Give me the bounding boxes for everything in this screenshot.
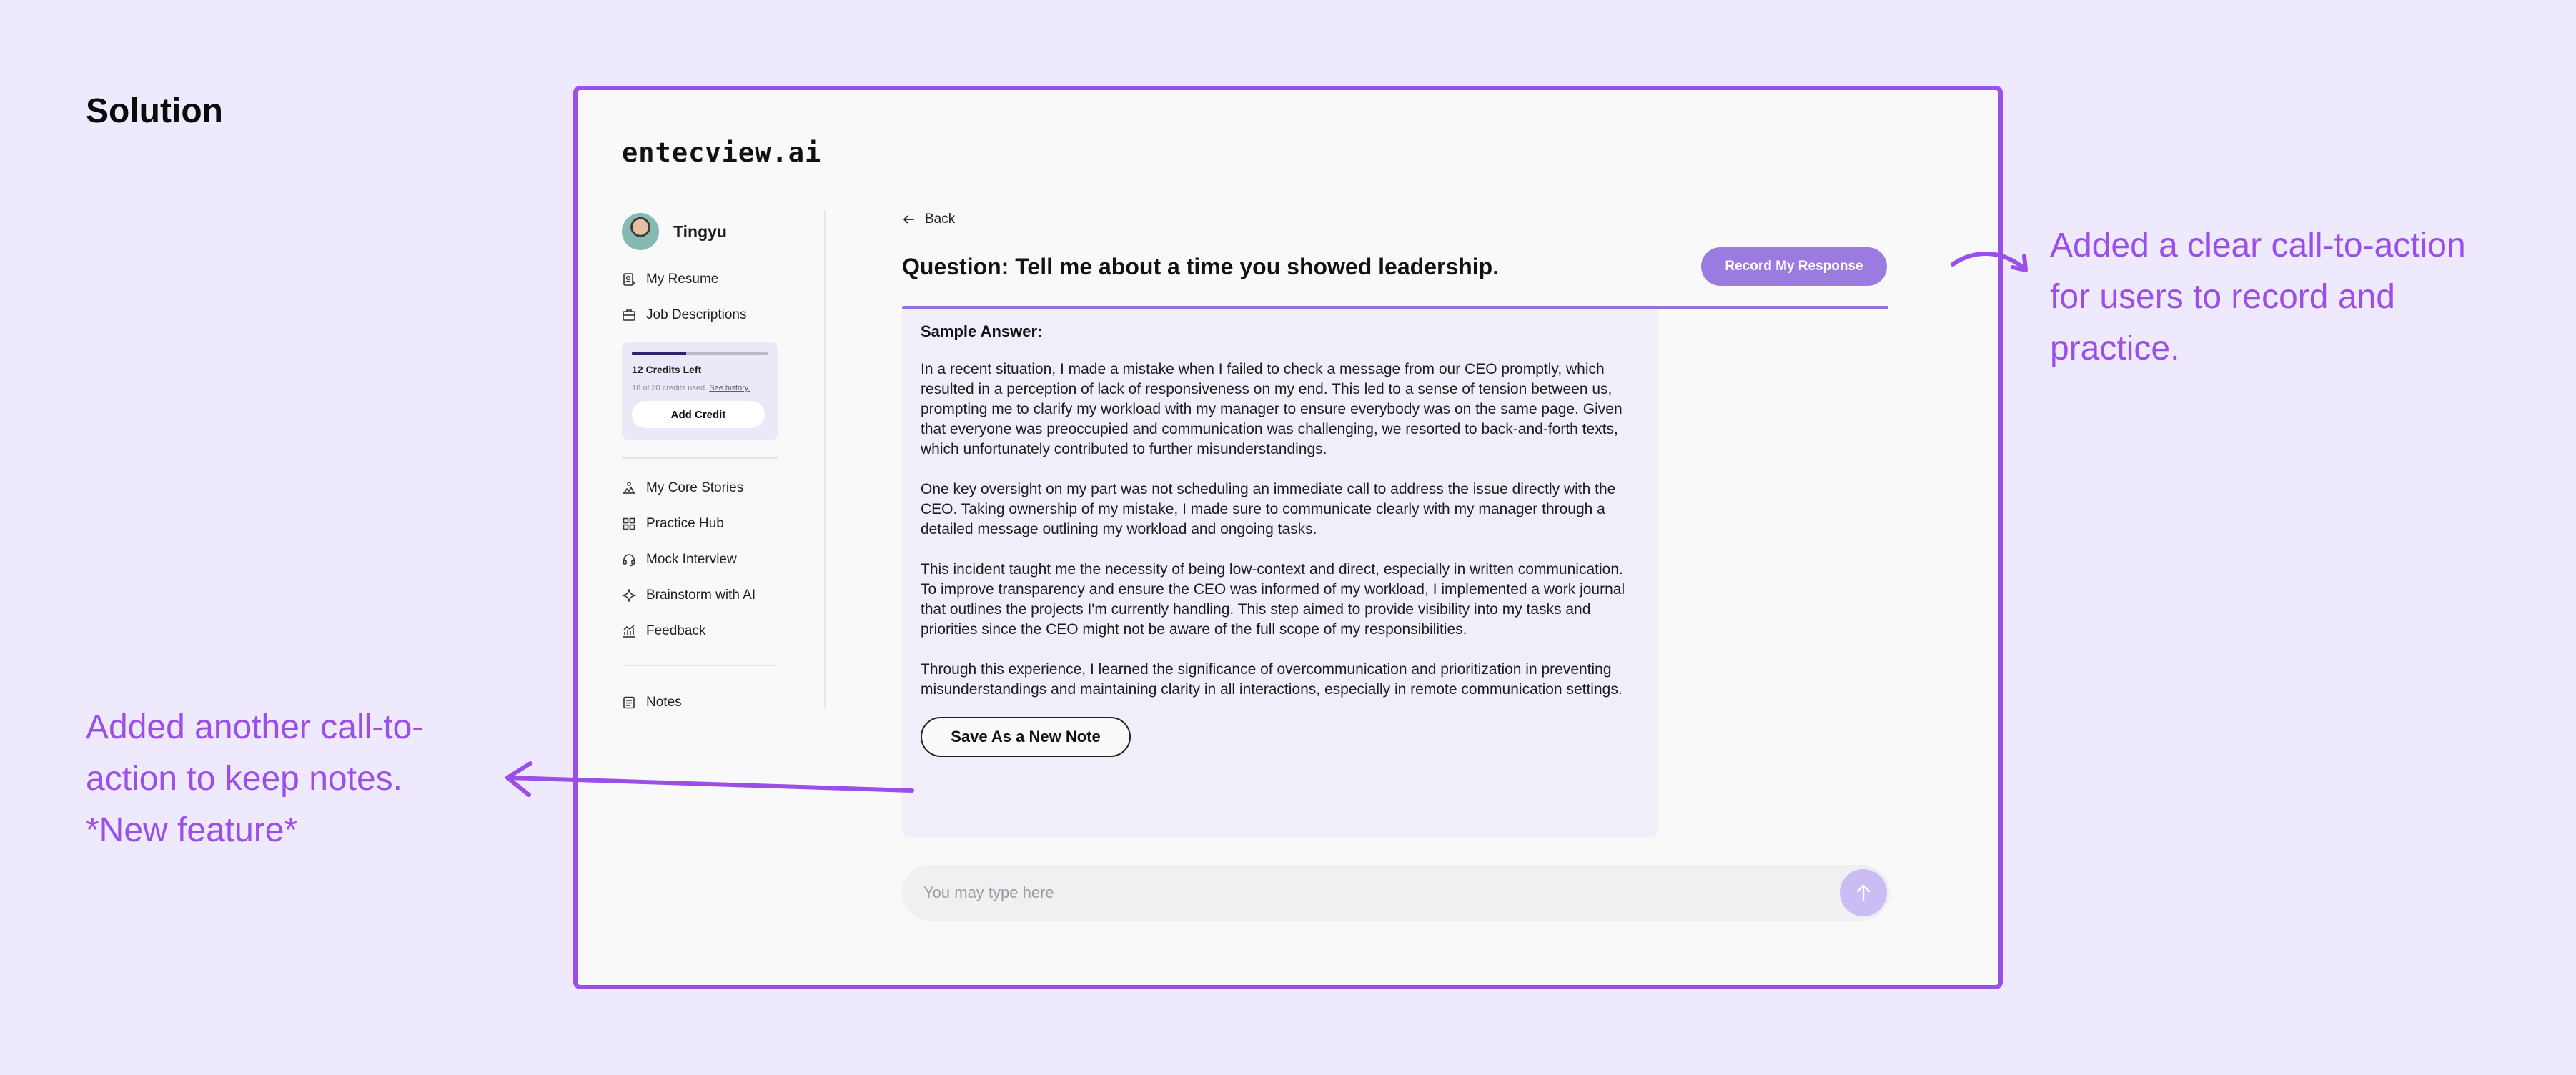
chart-icon bbox=[622, 624, 636, 638]
save-note-button[interactable]: Save As a New Note bbox=[921, 717, 1131, 757]
credits-progress-fill bbox=[632, 352, 686, 355]
sidebar-item-feedback[interactable]: Feedback bbox=[622, 613, 781, 649]
annotation-new-feature: *New feature* bbox=[86, 811, 298, 849]
question-row: Question: Tell me about a time you showe… bbox=[902, 247, 1888, 286]
answer-paragraph: One key oversight on my part was not sch… bbox=[921, 481, 1616, 538]
headset-icon bbox=[622, 553, 636, 567]
user-name: Tingyu bbox=[673, 222, 727, 241]
notes-icon bbox=[622, 695, 636, 710]
sidebar-separator bbox=[824, 210, 826, 709]
arrow-left-icon bbox=[903, 215, 914, 224]
grid-icon bbox=[622, 517, 636, 531]
sidebar-item-mock-interview[interactable]: Mock Interview bbox=[622, 542, 781, 578]
app-logo: entecview.ai bbox=[622, 137, 822, 168]
record-response-button[interactable]: Record My Response bbox=[1701, 247, 1887, 286]
sidebar-divider bbox=[622, 457, 778, 459]
answer-paragraph: This incident taught me the necessity of… bbox=[921, 561, 1625, 638]
sparkle-icon bbox=[622, 588, 636, 603]
message-input[interactable] bbox=[902, 865, 1760, 921]
answer-paragraph: In a recent situation, I made a mistake … bbox=[921, 361, 1623, 457]
credits-card: 12 Credits Left 18 of 30 credits used. S… bbox=[622, 342, 778, 440]
send-button[interactable] bbox=[1840, 869, 1887, 916]
back-label: Back bbox=[925, 212, 956, 227]
sidebar-divider bbox=[622, 665, 778, 666]
sidebar-item-practice-hub[interactable]: Practice Hub bbox=[622, 506, 781, 542]
sidebar-item-job-descriptions[interactable]: Job Descriptions bbox=[622, 297, 781, 333]
sidebar-item-label: Mock Interview bbox=[646, 552, 737, 567]
sidebar: Tingyu My Resume Job Descriptions 12 Cre… bbox=[622, 212, 781, 720]
sidebar-item-label: Job Descriptions bbox=[646, 307, 747, 322]
back-button[interactable]: Back bbox=[902, 210, 1888, 229]
add-credit-button[interactable]: Add Credit bbox=[632, 401, 765, 428]
resume-icon bbox=[622, 272, 636, 287]
sidebar-item-label: My Core Stories bbox=[646, 480, 744, 495]
credits-used-text: 18 of 30 credits used. bbox=[632, 384, 708, 392]
sample-answer-card: Sample Answer: In a recent situation, I … bbox=[902, 309, 1658, 837]
answer-paragraph: Through this experience, I learned the s… bbox=[921, 661, 1623, 698]
page-heading: Solution bbox=[86, 92, 223, 130]
sidebar-item-notes[interactable]: Notes bbox=[622, 685, 781, 720]
sidebar-item-label: Practice Hub bbox=[646, 516, 724, 531]
sidebar-item-brainstorm[interactable]: Brainstorm with AI bbox=[622, 578, 781, 613]
chat-input-bar bbox=[902, 865, 1890, 921]
main-content: Back Question: Tell me about a time you … bbox=[902, 210, 1888, 837]
credits-progress-bar bbox=[632, 352, 768, 355]
sidebar-item-label: My Resume bbox=[646, 272, 719, 287]
sidebar-item-label: Notes bbox=[646, 695, 682, 710]
annotation-record-cta: Added a clear call-to-action for users t… bbox=[2050, 227, 2466, 367]
sample-answer-title: Sample Answer: bbox=[921, 322, 1043, 340]
credits-title: 12 Credits Left bbox=[632, 364, 702, 375]
annotation-arrow-right bbox=[1951, 252, 2028, 272]
user-profile[interactable]: Tingyu bbox=[622, 212, 781, 252]
sidebar-item-my-resume[interactable]: My Resume bbox=[622, 262, 781, 297]
annotation-notes-cta: Added another call-to-action to keep not… bbox=[86, 702, 500, 856]
stories-icon bbox=[622, 481, 636, 495]
question-title: Question: Tell me about a time you showe… bbox=[902, 253, 1500, 279]
app-screenshot-frame: entecview.ai Tingyu My Resume Job Descri… bbox=[573, 86, 2003, 989]
avatar bbox=[622, 213, 659, 250]
sidebar-item-label: Brainstorm with AI bbox=[646, 588, 756, 603]
sidebar-item-my-core-stories[interactable]: My Core Stories bbox=[622, 470, 781, 506]
credits-usage: 18 of 30 credits used. See history. bbox=[632, 384, 768, 392]
briefcase-icon bbox=[622, 308, 636, 322]
see-history-link[interactable]: See history. bbox=[709, 384, 750, 392]
arrow-up-icon bbox=[1856, 884, 1871, 901]
sidebar-item-label: Feedback bbox=[646, 623, 706, 638]
annotation-notes-text: Added another call-to-action to keep not… bbox=[86, 708, 424, 798]
annotation-arrow-left bbox=[505, 761, 914, 797]
